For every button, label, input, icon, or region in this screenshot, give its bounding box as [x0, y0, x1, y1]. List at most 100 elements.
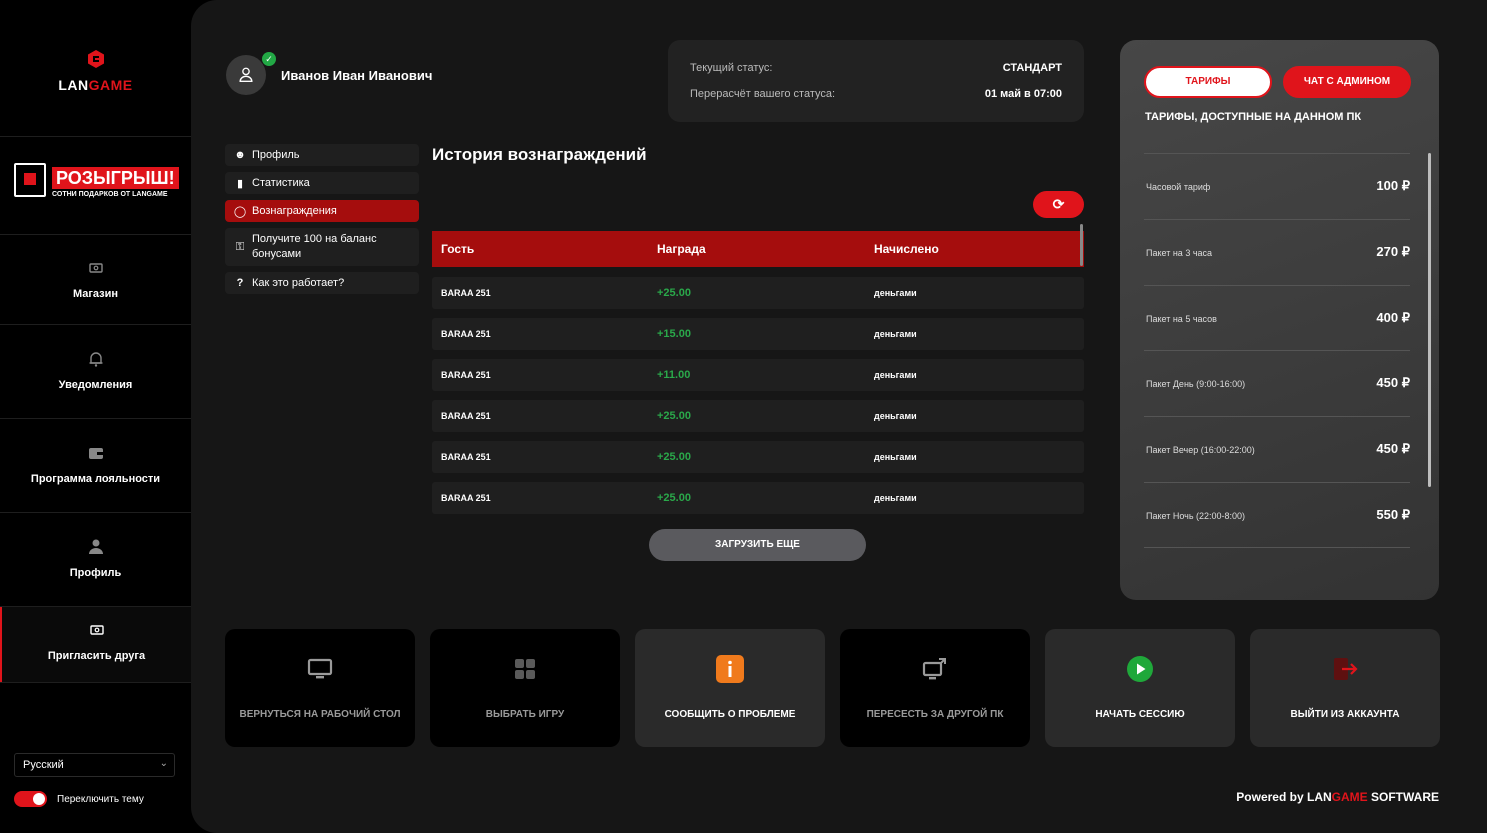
switch-pc-button[interactable]: ПЕРЕСЕСТЬ ЗА ДРУГОЙ ПК — [840, 629, 1030, 747]
menu-item-label: Получите 100 на баланс бонусами — [252, 233, 377, 260]
load-more-button[interactable]: ЗАГРУЗИТЬ ЕЩЕ — [649, 529, 866, 561]
tab-tariffs[interactable]: ТАРИФЫ — [1144, 66, 1272, 98]
sidebar-item-notifications[interactable]: Уведомления — [0, 349, 191, 391]
invite-icon — [89, 625, 104, 635]
tariff-price: 100 ₽ — [1376, 178, 1410, 193]
back-to-desktop-button[interactable]: ВЕРНУТЬСЯ НА РАБОЧИЙ СТОЛ — [225, 629, 415, 747]
divider — [0, 136, 191, 137]
column-header: Начислено — [874, 242, 939, 256]
menu-item-how-it-works[interactable]: ? Как это работает? — [225, 272, 419, 294]
logo-text-game: GAME — [88, 77, 133, 93]
tariff-row[interactable]: Пакет Ночь (22:00-8:00) 550 ₽ — [1144, 482, 1410, 548]
question-icon: ? — [236, 277, 244, 289]
menu-item-bonus[interactable]: ⚿ Получите 100 на баланс бонусами — [225, 228, 419, 266]
menu-item-profile[interactable]: ☻ Профиль — [225, 144, 419, 166]
chart-icon: ▮ — [236, 177, 244, 190]
start-session-button[interactable]: НАЧАТЬ СЕССИЮ — [1045, 629, 1235, 747]
guest-cell: BARAA 251 — [441, 452, 491, 462]
current-status-label: Текущий статус: — [690, 62, 773, 74]
language-select[interactable]: Русский ⌄ — [14, 753, 175, 777]
guest-cell: BARAA 251 — [441, 370, 491, 380]
menu-item-stats[interactable]: ▮ Статистика — [225, 172, 419, 194]
table-header: Гость Награда Начислено — [432, 231, 1084, 267]
tariff-name: Пакет Вечер (16:00-22:00) — [1146, 445, 1255, 455]
action-label: ПЕРЕСЕСТЬ ЗА ДРУГОЙ ПК — [866, 709, 1004, 720]
report-problem-button[interactable]: СООБЩИТЬ О ПРОБЛЕМЕ — [635, 629, 825, 747]
powered-brand-software: SOFTWARE — [1371, 790, 1439, 804]
table-row: BARAA 251 +25.00 деньгами — [432, 441, 1084, 473]
user-name: Иванов Иван Иванович — [281, 68, 433, 83]
sidebar-item-loyalty[interactable]: Программа лояльности — [0, 443, 191, 485]
promo-banner[interactable]: РОЗЫГРЫШ! СОТНИ ПОДАРКОВ ОТ LANGAME — [14, 155, 179, 203]
column-header: Награда — [657, 242, 706, 256]
column-header: Гость — [441, 242, 475, 256]
chevron-down-icon: ⌄ — [159, 758, 168, 769]
powered-by-footer: Powered by LANGAME SOFTWARE — [1236, 790, 1439, 804]
table-row: BARAA 251 +25.00 деньгами — [432, 482, 1084, 514]
tariff-price: 450 ₽ — [1376, 375, 1410, 390]
user-avatar-icon — [239, 67, 253, 82]
action-label: СООБЩИТЬ О ПРОБЛЕМЕ — [664, 709, 796, 720]
type-cell: деньгами — [874, 411, 917, 421]
type-cell: деньгами — [874, 288, 917, 298]
sidebar-item-shop[interactable]: Магазин — [0, 258, 191, 300]
tariff-price: 450 ₽ — [1376, 441, 1410, 456]
table-row: BARAA 251 +25.00 деньгами — [432, 400, 1084, 432]
menu-item-label: Профиль — [252, 149, 300, 161]
reward-cell: +11.00 — [657, 369, 691, 381]
logout-button[interactable]: ВЫЙТИ ИЗ АККАУНТА — [1250, 629, 1440, 747]
theme-toggle-label: Переключить тему — [57, 793, 144, 805]
table-row: BARAA 251 +11.00 деньгами — [432, 359, 1084, 391]
theme-toggle[interactable] — [14, 791, 47, 807]
table-row: BARAA 251 +25.00 деньгами — [432, 277, 1084, 309]
langame-logo-icon — [87, 50, 104, 68]
tariffs-scrollbar[interactable] — [1428, 153, 1431, 487]
tariff-name: Пакет на 5 часов — [1146, 314, 1217, 324]
tariff-row[interactable]: Пакет на 3 часа 270 ₽ — [1144, 219, 1410, 285]
sidebar-item-label: Магазин — [72, 288, 119, 300]
menu-item-rewards[interactable]: ◯ Вознаграждения — [225, 200, 419, 222]
page-title: История вознаграждений — [432, 145, 647, 164]
reward-cell: +25.00 — [657, 451, 691, 463]
tariff-price: 270 ₽ — [1376, 244, 1410, 259]
powered-brand-game: GAME — [1331, 790, 1368, 804]
refresh-icon: ⟳ — [1052, 196, 1065, 212]
theme-toggle-row[interactable]: Переключить тему — [14, 791, 144, 807]
tariff-price: 550 ₽ — [1376, 507, 1410, 522]
tariff-name: Пакет Ночь (22:00-8:00) — [1146, 511, 1246, 521]
sidebar-item-label: Программа лояльности — [30, 473, 161, 485]
tab-admin-chat[interactable]: ЧАТ С АДМИНОМ — [1283, 66, 1411, 98]
reward-cell: +25.00 — [657, 287, 691, 299]
guest-cell: BARAA 251 — [441, 288, 491, 298]
guest-cell: BARAA 251 — [441, 329, 491, 339]
switch-pc-icon — [922, 658, 946, 680]
tariff-row[interactable]: Часовой тариф 100 ₽ — [1144, 153, 1410, 219]
avatar[interactable] — [226, 55, 266, 95]
action-label: НАЧАТЬ СЕССИЮ — [1095, 709, 1185, 720]
type-cell: деньгами — [874, 452, 917, 462]
choose-game-button[interactable]: ВЫБРАТЬ ИГРУ — [430, 629, 620, 747]
key-icon: ⚿ — [235, 240, 245, 253]
table-scrollbar[interactable] — [1080, 224, 1083, 266]
monitor-icon — [307, 658, 333, 679]
status-card: Текущий статус: СТАНДАРТ Перерасчёт ваше… — [668, 40, 1084, 122]
divider — [0, 418, 191, 419]
divider — [0, 512, 191, 513]
sidebar-item-profile[interactable]: Профиль — [0, 537, 191, 579]
shop-icon — [88, 263, 103, 273]
divider — [0, 682, 191, 683]
tariff-name: Пакет на 3 часа — [1146, 248, 1213, 258]
menu-item-label: Вознаграждения — [252, 205, 337, 217]
action-label: ВЕРНУТЬСЯ НА РАБОЧИЙ СТОЛ — [239, 709, 401, 720]
recalc-label: Перерасчёт вашего статуса: — [690, 88, 836, 100]
sidebar-item-invite[interactable]: Пригласить друга — [0, 607, 191, 682]
tariff-row[interactable]: Пакет на 5 часов 400 ₽ — [1144, 285, 1410, 351]
grid-icon — [515, 659, 535, 679]
tariff-row[interactable]: Пакет День (9:00-16:00) 450 ₽ — [1144, 350, 1410, 416]
powered-by-text: Powered by — [1236, 790, 1304, 804]
tariff-row[interactable]: Пакет Вечер (16:00-22:00) 450 ₽ — [1144, 416, 1410, 482]
type-cell: деньгами — [874, 370, 917, 380]
language-value: Русский — [23, 759, 64, 771]
refresh-button[interactable]: ⟳ — [1033, 191, 1084, 218]
current-status-value: СТАНДАРТ — [1002, 62, 1062, 74]
